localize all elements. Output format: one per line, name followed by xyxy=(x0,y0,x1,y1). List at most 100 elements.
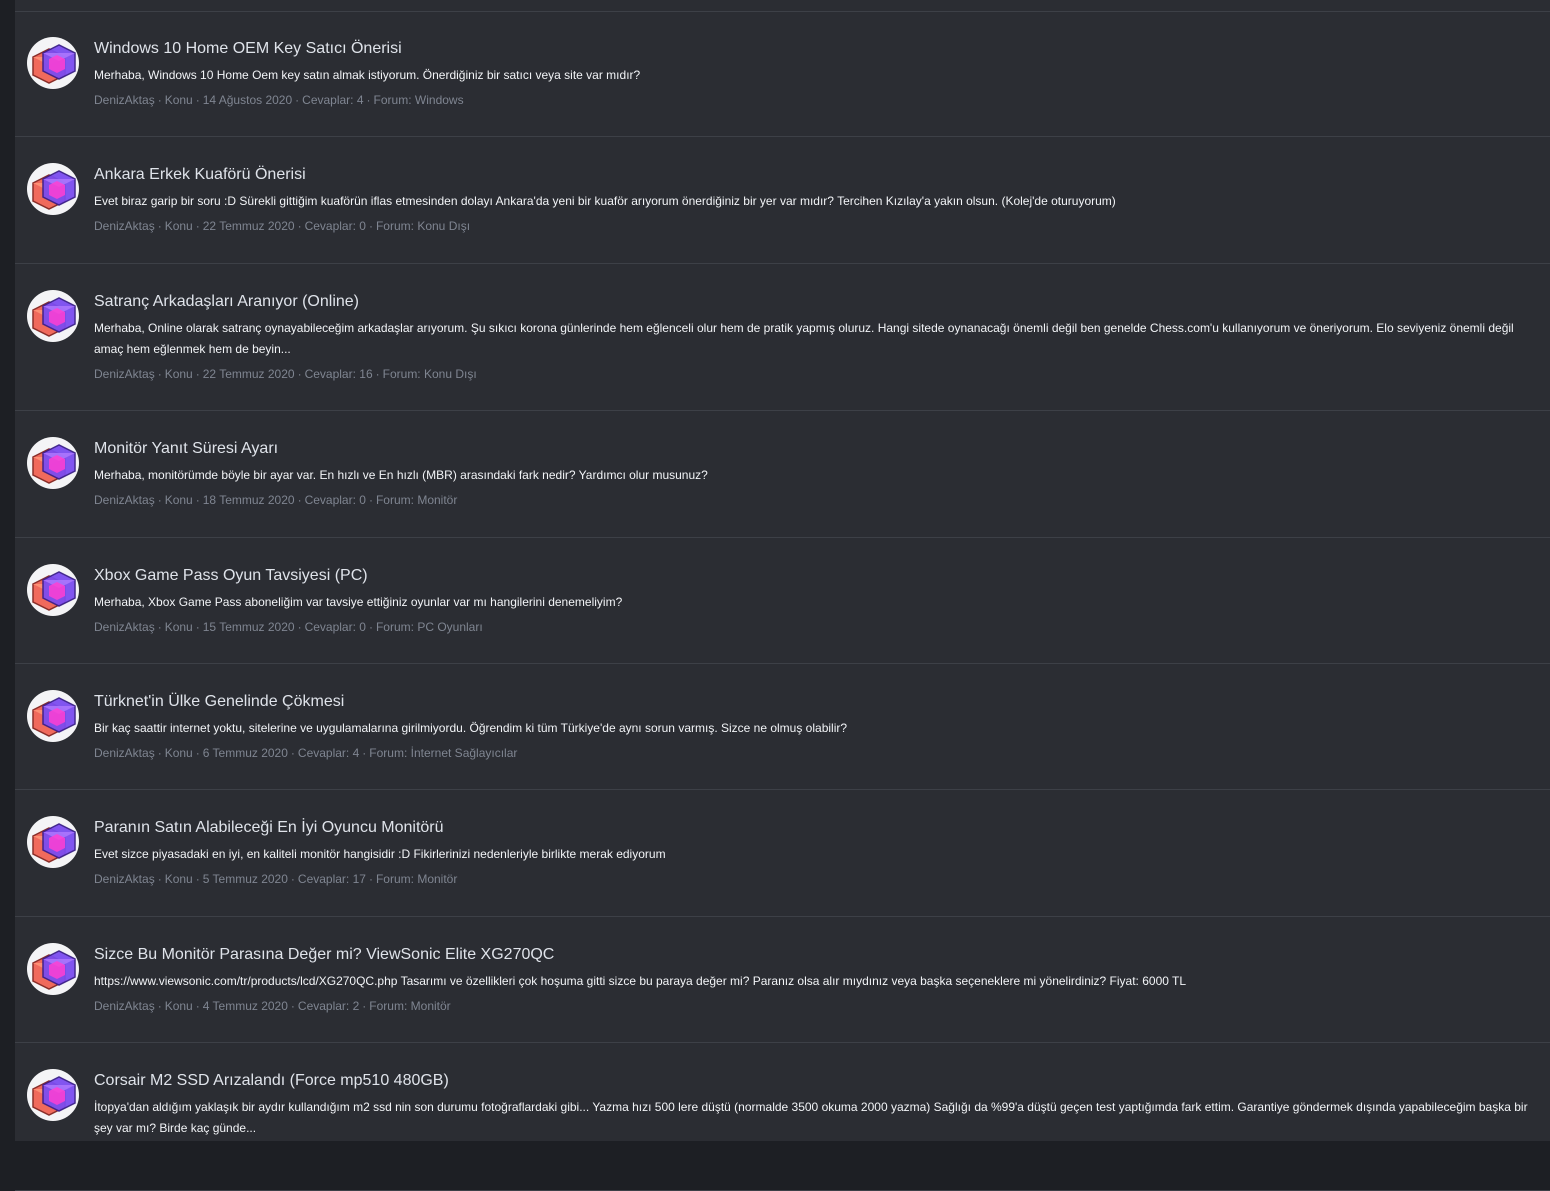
meta-separator: · xyxy=(290,745,295,760)
result-content: Sizce Bu Monitör Parasına Değer mi? View… xyxy=(94,944,1530,1014)
result-title-link[interactable]: Türknet'in Ülke Genelinde Çökmesi xyxy=(94,691,1530,713)
author-link[interactable]: DenizAktaş xyxy=(94,999,155,1013)
result-snippet: Evet biraz garip bir soru :D Sürekli git… xyxy=(94,194,1116,209)
post-date: 18 Temmuz 2020 xyxy=(202,493,295,508)
author-link[interactable]: DenizAktaş xyxy=(94,620,155,634)
meta-separator: · xyxy=(366,93,371,107)
result-meta: DenizAktaş · Konu · 4 Temmuz 2020 · Cevaplar: … xyxy=(94,998,1530,1014)
result-snippet: Merhaba, Windows 10 Home Oem key satın a… xyxy=(94,68,641,82)
result-title-link[interactable]: Windows 10 Home OEM Key Satıcı Önerisi xyxy=(94,38,1530,60)
result-snippet: Bir kaç saattir internet yoktu, siteleri… xyxy=(94,720,848,735)
result-snippet: Merhaba, monitörümde böyle bir ayar var.… xyxy=(94,468,708,483)
replies-label: Cevaplar: xyxy=(297,745,350,760)
replies-label: Cevaplar: xyxy=(302,93,354,107)
forum-link[interactable]: Windows xyxy=(415,93,464,107)
post-date: 5 Temmuz 2020 xyxy=(202,872,288,887)
result-item: Corsair M2 SSD Arızalandı (Force mp510 4… xyxy=(15,1043,1550,1191)
search-results-page: Windows 10 Home OEM Key Satıcı Önerisi M… xyxy=(15,0,1550,1191)
result-title-link[interactable]: Satranç Arkadaşları Aranıyor (Online) xyxy=(94,291,1530,313)
post-date: 14 Ağustos 2020 xyxy=(202,93,293,107)
meta-separator: · xyxy=(157,619,162,634)
meta-separator: · xyxy=(297,619,302,634)
forum-link[interactable]: Monitör xyxy=(411,999,451,1013)
forum-label: Forum: xyxy=(382,366,421,381)
result-title-link[interactable]: Corsair M2 SSD Arızalandı (Force mp510 4… xyxy=(94,1070,1530,1092)
meta-separator: · xyxy=(157,219,162,234)
result-title-link[interactable]: Xbox Game Pass Oyun Tavsiyesi (PC) xyxy=(94,565,1530,587)
result-content: Paranın Satın Alabileceği En İyi Oyuncu … xyxy=(94,817,1530,887)
forum-link[interactable]: Monitör xyxy=(417,872,457,886)
author-link[interactable]: DenizAktaş xyxy=(94,367,155,381)
author-link[interactable]: DenizAktaş xyxy=(94,493,155,507)
forum-link[interactable]: Konu Dışı xyxy=(424,367,477,381)
result-item: Türknet'in Ülke Genelinde Çökmesi Bir ka… xyxy=(15,664,1550,791)
result-item: Windows 10 Home OEM Key Satıcı Önerisi M… xyxy=(15,11,1550,138)
avatar[interactable] xyxy=(27,816,79,869)
meta-separator: · xyxy=(195,998,200,1013)
avatar[interactable] xyxy=(27,563,79,616)
meta-separator: · xyxy=(290,998,295,1013)
result-content: Xbox Game Pass Oyun Tavsiyesi (PC) Merha… xyxy=(94,565,1530,635)
result-item: Satranç Arkadaşları Aranıyor (Online) Me… xyxy=(15,264,1550,412)
avatar[interactable] xyxy=(27,1069,79,1122)
result-item: Ankara Erkek Kuaförü Önerisi Evet biraz … xyxy=(15,137,1550,264)
meta-separator: · xyxy=(195,93,200,107)
content-type: Konu xyxy=(164,493,193,508)
post-date: 15 Temmuz 2020 xyxy=(202,619,295,634)
meta-separator: · xyxy=(290,872,295,887)
meta-separator: · xyxy=(368,219,373,234)
result-content: Ankara Erkek Kuaförü Önerisi Evet biraz … xyxy=(94,164,1530,234)
forum-label: Forum: xyxy=(375,872,414,887)
result-meta: DenizAktaş · Konu · 5 Temmuz 2020 · Cevaplar: … xyxy=(94,871,1530,887)
replies-count: 16 xyxy=(359,366,373,381)
content-type: Konu xyxy=(164,366,193,381)
result-title-link[interactable]: Monitör Yanıt Süresi Ayarı xyxy=(94,438,1530,460)
result-item: Monitör Yanıt Süresi Ayarı Merhaba, moni… xyxy=(15,411,1550,538)
avatar[interactable] xyxy=(27,942,79,995)
result-title-link[interactable]: Ankara Erkek Kuaförü Önerisi xyxy=(94,164,1530,186)
avatar[interactable] xyxy=(27,289,79,342)
author-link[interactable]: DenizAktaş xyxy=(94,219,155,233)
result-item: Sizce Bu Monitör Parasına Değer mi? View… xyxy=(15,917,1550,1044)
meta-separator: · xyxy=(157,745,162,760)
avatar[interactable] xyxy=(27,163,79,216)
result-snippet: https://www.viewsonic.com/tr/products/lc… xyxy=(94,973,1187,988)
replies-count: 17 xyxy=(352,872,366,887)
author-link[interactable]: DenizAktaş xyxy=(94,746,155,760)
forum-label: Forum: xyxy=(369,745,408,760)
meta-separator: · xyxy=(368,619,373,634)
forum-link[interactable]: İnternet Sağlayıcılar xyxy=(411,746,518,760)
replies-label: Cevaplar: xyxy=(304,493,356,508)
author-link[interactable]: DenizAktaş xyxy=(94,872,155,886)
meta-separator: · xyxy=(157,872,162,887)
avatar[interactable] xyxy=(27,437,79,490)
avatar[interactable] xyxy=(27,689,79,742)
forum-link[interactable]: PC Oyunları xyxy=(417,620,482,634)
meta-separator: · xyxy=(195,493,200,508)
author-link[interactable]: DenizAktaş xyxy=(94,93,155,107)
post-date: 22 Temmuz 2020 xyxy=(202,366,295,381)
replies-count: 0 xyxy=(359,619,366,634)
result-title-link[interactable]: Paranın Satın Alabileceği En İyi Oyuncu … xyxy=(94,817,1530,839)
meta-separator: · xyxy=(362,998,367,1013)
avatar[interactable] xyxy=(27,37,79,89)
forum-label: Forum: xyxy=(375,219,414,234)
meta-separator: · xyxy=(157,93,162,107)
result-meta: DenizAktaş · Konu · 22 Temmuz 2020 · Cevaplar:… xyxy=(94,218,1530,234)
meta-separator: · xyxy=(195,619,200,634)
result-content: Türknet'in Ülke Genelinde Çökmesi Bir ka… xyxy=(94,691,1530,761)
content-type: Konu xyxy=(164,619,193,634)
result-title-link[interactable]: Sizce Bu Monitör Parasına Değer mi? View… xyxy=(94,944,1530,966)
replies-label: Cevaplar: xyxy=(304,619,356,634)
forum-label: Forum: xyxy=(373,93,412,107)
forum-link[interactable]: Monitör xyxy=(417,493,457,507)
meta-separator: · xyxy=(195,745,200,760)
meta-separator: · xyxy=(195,872,200,887)
replies-count: 0 xyxy=(359,219,366,234)
forum-link[interactable]: Konu Dışı xyxy=(417,219,470,233)
forum-label: Forum: xyxy=(375,493,414,508)
result-meta: DenizAktaş · Konu · 14 Ağustos 2020 · Cevaplar… xyxy=(94,92,1530,108)
result-item: Xbox Game Pass Oyun Tavsiyesi (PC) Merha… xyxy=(15,538,1550,664)
replies-label: Cevaplar: xyxy=(304,366,356,381)
content-type: Konu xyxy=(164,872,193,887)
